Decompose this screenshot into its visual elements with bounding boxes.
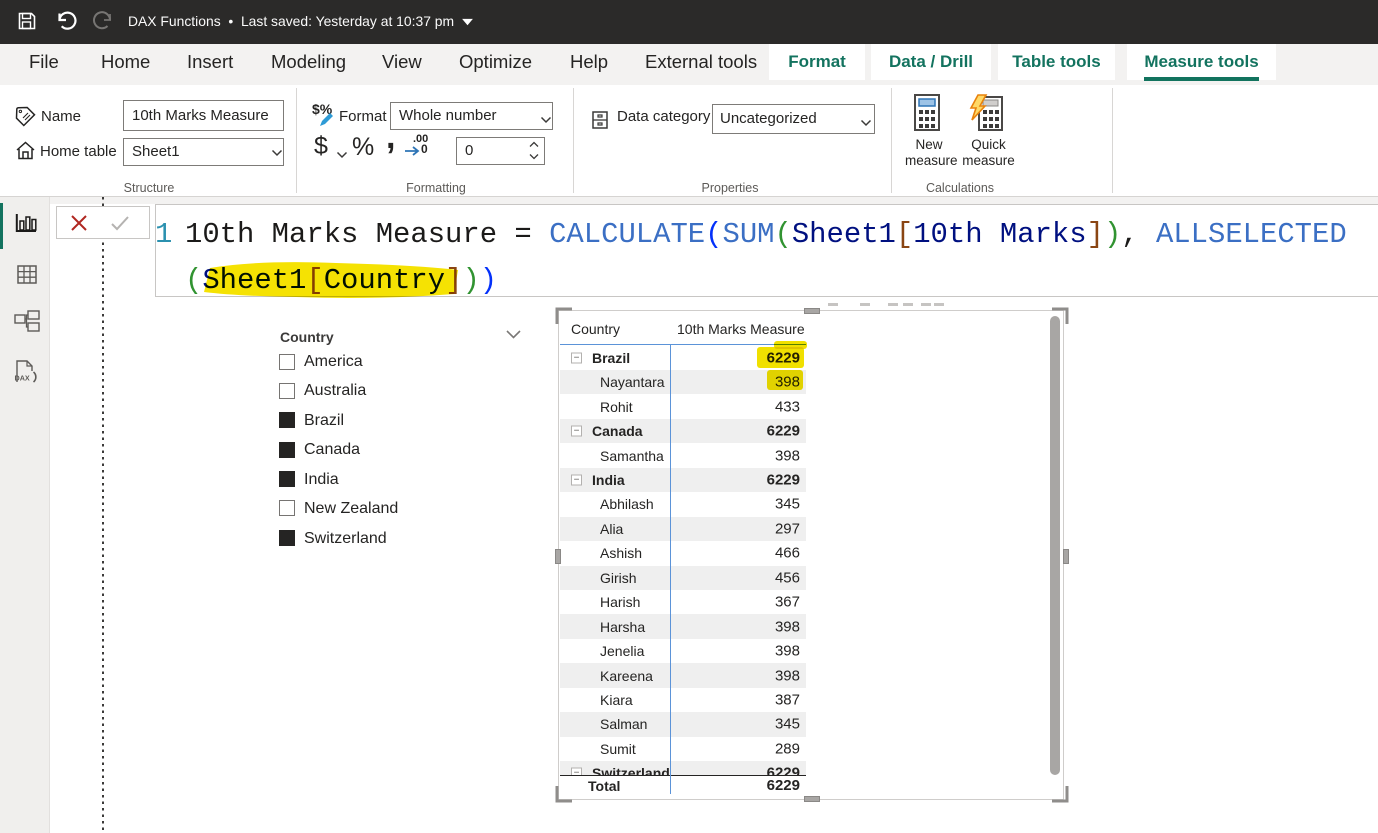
svg-text:DAX: DAX [15,374,30,383]
